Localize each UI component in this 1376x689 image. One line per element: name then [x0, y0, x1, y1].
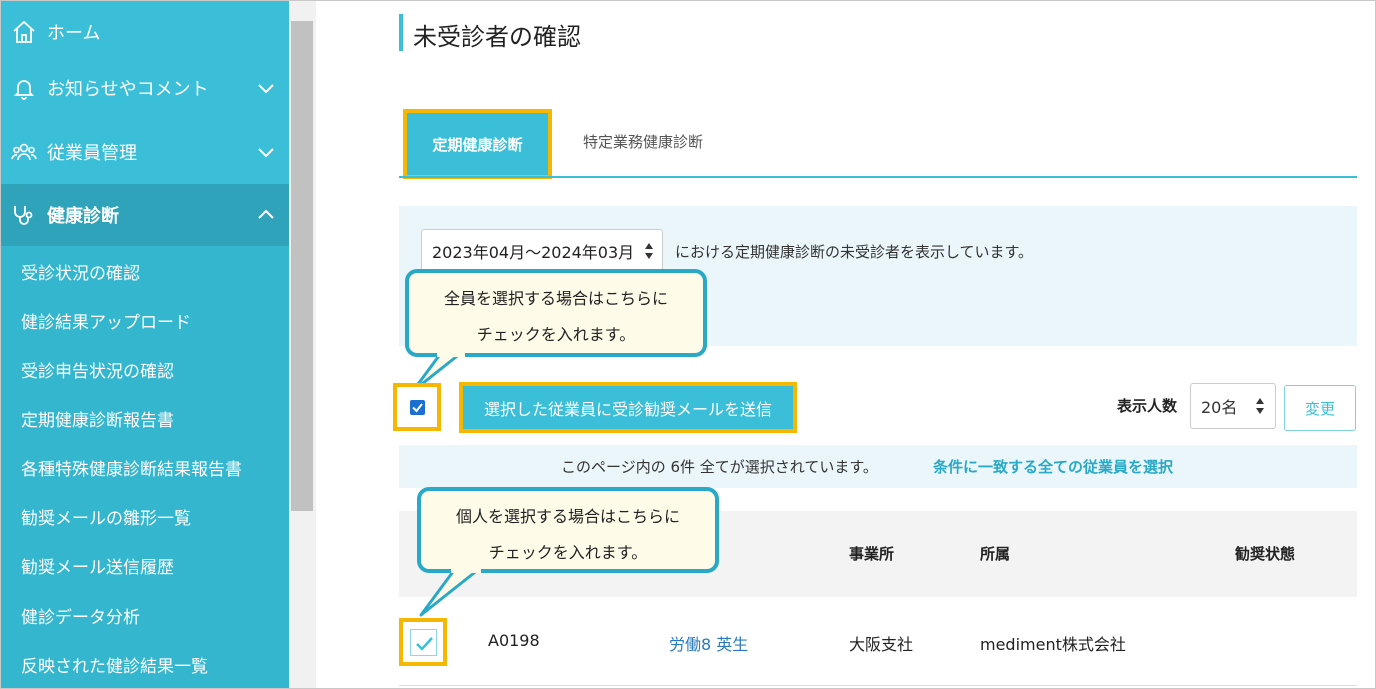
department-cell: mediment株式会社 — [980, 635, 1126, 654]
sidebar-item-label: お知らせやコメント — [47, 79, 209, 100]
app-window: ホーム お知らせやコメント 従業員管理 健康診断 受診状況の確認 健診結果アップ… — [0, 0, 1376, 689]
sidebar-item-employees[interactable]: 従業員管理 — [1, 121, 289, 183]
checkmark-icon — [416, 637, 433, 651]
callout-line: 全員を選択する場合はこちらに — [443, 289, 668, 308]
row-divider — [399, 685, 1357, 686]
chevron-down-icon — [258, 84, 274, 94]
sidebar-subitem-special-report[interactable]: 各種特殊健康診断結果報告書 — [21, 455, 242, 480]
sidebar-subitem-data-analysis[interactable]: 健診データ分析 — [21, 603, 140, 628]
sidebar-item-label: 従業員管理 — [47, 143, 137, 164]
selection-status-text: このページ内の 6件 全てが選択されています。 — [561, 458, 878, 476]
send-reminder-mail-button[interactable]: 選択した従業員に受診勧奨メールを送信 — [459, 382, 797, 433]
column-header-department[interactable]: 所属 — [980, 543, 1010, 564]
callout-line: チェックを入れます。 — [488, 543, 648, 562]
display-count-label: 表示人数 — [1117, 397, 1178, 415]
callout-line: チェックを入れます。 — [476, 325, 636, 344]
change-button[interactable]: 変更 — [1284, 385, 1356, 431]
updown-arrows-icon — [645, 243, 653, 259]
sidebar-subitem-periodic-report[interactable]: 定期健康診断報告書 — [21, 406, 174, 431]
row-checkbox-highlight — [399, 618, 447, 666]
sidebar-subitem-mail-templates[interactable]: 勧奨メールの雛形一覧 — [21, 504, 191, 529]
chevron-up-icon — [258, 209, 274, 219]
sidebar-subitem-reflected-results[interactable]: 反映された健診結果一覧 — [21, 652, 208, 677]
callout-line: 個人を選択する場合はこちらに — [455, 507, 680, 526]
sidebar-item-health[interactable]: 健康診断 — [1, 184, 289, 246]
tab-periodic-exam[interactable]: 定期健康診断 — [403, 109, 552, 179]
stethoscope-icon — [14, 206, 33, 225]
sidebar-subitem-result-upload[interactable]: 健診結果アップロード — [21, 308, 191, 333]
row-checkbox[interactable] — [410, 629, 437, 656]
callout-select-all: 全員を選択する場合はこちらに チェックを入れます。 — [405, 269, 707, 357]
selection-banner — [399, 445, 1357, 488]
period-select[interactable]: 2023年04月～2024年03月 — [421, 229, 663, 272]
callout-select-one: 個人を選択する場合はこちらに チェックを入れます。 — [417, 487, 719, 573]
sidebar-item-label: ホーム — [47, 23, 101, 44]
updown-arrows-icon — [1256, 398, 1264, 414]
select-all-matching-link[interactable]: 条件に一致する全ての従業員を選択 — [933, 456, 1173, 477]
select-all-checkbox[interactable] — [410, 400, 425, 415]
sidebar-subitem-mail-history[interactable]: 勧奨メール送信履歴 — [21, 553, 174, 578]
callout-tail — [419, 567, 481, 617]
column-header-reminder-status[interactable]: 勧奨状態 — [1235, 543, 1295, 564]
title-accent-bar — [399, 14, 403, 51]
filter-description: における定期健康診断の未受診者を表示しています。 — [675, 243, 1034, 261]
bell-icon — [13, 80, 35, 100]
period-select-value: 2023年04月～2024年03月 — [432, 242, 635, 262]
users-icon — [11, 143, 37, 161]
column-header-office[interactable]: 事業所 — [849, 543, 894, 564]
checkmark-icon — [412, 403, 423, 413]
tab-underline — [399, 176, 1357, 178]
select-all-checkbox-highlight — [393, 383, 441, 431]
employee-id-cell: A0198 — [488, 631, 540, 650]
display-count-select[interactable]: 20名 — [1190, 383, 1276, 429]
tab-special-exam[interactable]: 特定業務健康診断 — [583, 131, 703, 152]
home-icon — [13, 20, 35, 43]
office-cell: 大阪支社 — [849, 635, 914, 654]
sidebar-item-home[interactable]: ホーム — [1, 1, 289, 63]
page-title: 未受診者の確認 — [413, 23, 581, 51]
display-count-value: 20名 — [1201, 398, 1238, 417]
sidebar-subitem-exam-status[interactable]: 受診状況の確認 — [21, 259, 140, 284]
sidebar-subitem-report-status[interactable]: 受診申告状況の確認 — [21, 357, 174, 382]
chevron-down-icon — [258, 148, 274, 158]
employee-name-link[interactable]: 労働8 英生 — [669, 631, 748, 655]
sidebar-item-news[interactable]: お知らせやコメント — [1, 57, 289, 119]
sidebar-item-label: 健康診断 — [47, 206, 119, 227]
sidebar-scrollbar-thumb[interactable] — [291, 21, 313, 511]
